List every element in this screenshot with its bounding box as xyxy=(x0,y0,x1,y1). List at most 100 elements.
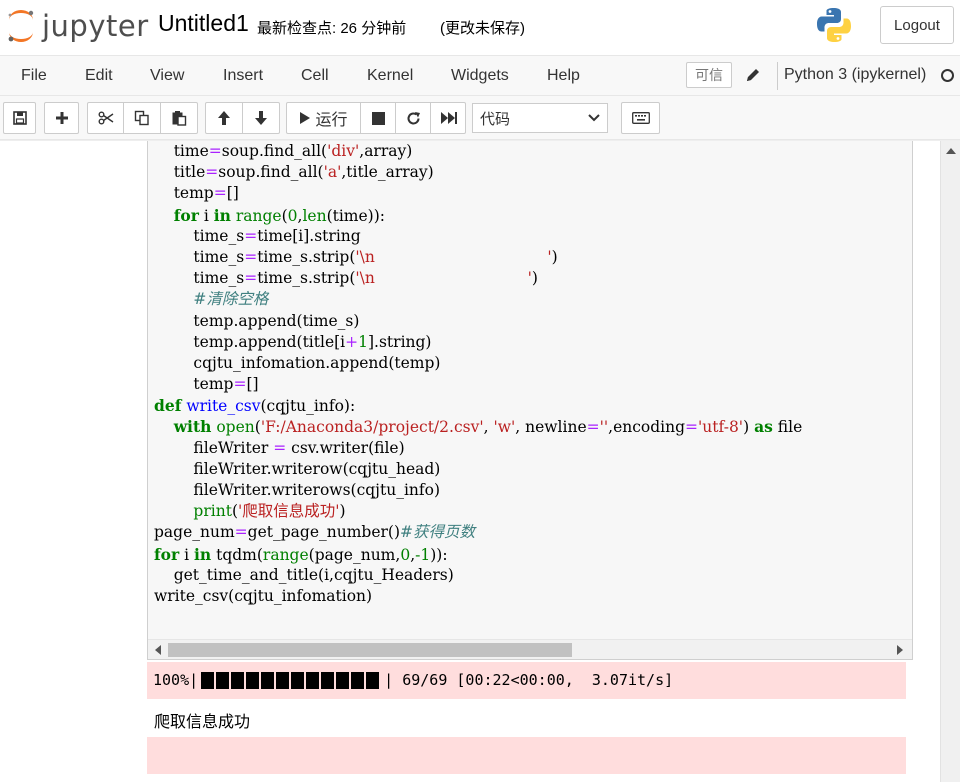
code-token: fileWriter.writerow(cqjtu_head) xyxy=(154,459,441,478)
code-token: + xyxy=(345,332,359,351)
progress-bar-fill xyxy=(201,671,382,689)
code-line: cqjtu_infomation.append(temp) xyxy=(154,353,802,374)
code-line: for i in tqdm(range(page_num,0,-1)): xyxy=(154,544,802,565)
menu-insert[interactable]: Insert xyxy=(223,67,263,85)
kernel-idle-indicator-icon xyxy=(941,69,954,82)
code-token: page_num xyxy=(154,523,235,542)
code-token: file xyxy=(772,418,803,437)
arrow-down-icon xyxy=(255,111,267,125)
checkpoint-status: 最新检查点: 26 分钟前 xyxy=(257,20,407,37)
code-token: ) xyxy=(339,502,346,521)
scissors-icon xyxy=(98,111,113,125)
code-token: (cqjtu_info): xyxy=(260,397,356,416)
save-button[interactable] xyxy=(3,102,36,134)
scroll-up-icon[interactable] xyxy=(946,147,956,155)
code-token: i xyxy=(179,545,194,564)
run-label: 运行 xyxy=(315,112,348,129)
notebook-area: time=soup.find_all('div',array) title=so… xyxy=(0,141,960,782)
restart-run-all-button[interactable] xyxy=(430,102,466,134)
code-token: write_csv xyxy=(186,397,261,416)
toolbar: 运行 代码 xyxy=(0,96,960,140)
code-token: , newline xyxy=(515,418,587,437)
interrupt-button[interactable] xyxy=(360,102,396,134)
code-token: soup.find_all( xyxy=(218,163,324,182)
menu-help[interactable]: Help xyxy=(547,67,580,85)
jupyter-notebook-window: jupyter Untitled1 最新检查点: 26 分钟前 (更改未保存) … xyxy=(0,0,960,782)
menu-cell[interactable]: Cell xyxy=(301,67,329,85)
cell-type-select[interactable]: 代码 xyxy=(472,103,608,133)
code-token: = xyxy=(233,375,247,394)
code-token: [] xyxy=(246,375,259,394)
command-palette-button[interactable] xyxy=(621,102,660,134)
code-token: = xyxy=(205,163,219,182)
code-token: = xyxy=(685,418,699,437)
progress-bar-left-edge: | xyxy=(189,671,199,689)
code-token: open xyxy=(216,418,255,437)
pencil-icon[interactable] xyxy=(744,66,762,84)
paste-button[interactable] xyxy=(160,102,198,134)
code-cell-input[interactable]: time=soup.find_all('div',array) title=so… xyxy=(147,141,913,660)
code-token: ) xyxy=(531,269,538,288)
code-token: temp xyxy=(154,375,234,394)
jupyter-logo[interactable]: jupyter xyxy=(6,6,149,46)
plus-icon xyxy=(55,112,68,124)
code-token: ,title_array) xyxy=(341,163,434,182)
code-token: 'utf-8' xyxy=(698,418,744,437)
code-token: ,array) xyxy=(359,142,413,160)
menu-edit[interactable]: Edit xyxy=(85,67,113,85)
kernel-name[interactable]: Python 3 (ipykernel) xyxy=(784,66,926,84)
code-token: for xyxy=(154,544,180,564)
code-token: '\n ' xyxy=(355,247,552,266)
code-line: write_csv(cqjtu_infomation) xyxy=(154,586,802,607)
menu-widgets[interactable]: Widgets xyxy=(451,67,509,85)
copy-button[interactable] xyxy=(123,102,161,134)
code-token: 0 xyxy=(400,545,411,564)
code-token: cqjtu_infomation.append(temp) xyxy=(154,353,441,372)
code-token: tqdm( xyxy=(211,545,263,564)
progress-output: 100% | | 69/69 [00:22<00:00, 3.07it/s] xyxy=(153,671,673,689)
logout-button[interactable]: Logout xyxy=(880,6,954,44)
autosave-status: (更改未保存) xyxy=(440,20,525,37)
code-token: 'a' xyxy=(323,163,342,182)
code-token: #获得页数 xyxy=(400,523,476,542)
menu-view[interactable]: View xyxy=(150,67,184,85)
menu-file[interactable]: File xyxy=(21,67,47,85)
scroll-right-icon[interactable] xyxy=(896,645,904,655)
cut-button[interactable] xyxy=(87,102,124,134)
code-line: #清除空格 xyxy=(154,289,802,310)
restart-kernel-button[interactable] xyxy=(395,102,431,134)
code-token: get_page_number() xyxy=(247,523,401,542)
code-token: range xyxy=(262,545,309,564)
code-token: 'w' xyxy=(493,418,516,437)
code-line: def write_csv(cqjtu_info): xyxy=(154,395,802,416)
horizontal-scrollbar-thumb[interactable] xyxy=(168,643,572,657)
move-down-button[interactable] xyxy=(242,102,280,134)
code-line: time_s=time[i].string xyxy=(154,226,802,247)
code-token: i xyxy=(198,206,214,225)
menu-kernel[interactable]: Kernel xyxy=(367,67,413,85)
code-token: = xyxy=(208,142,222,160)
trusted-indicator[interactable]: 可信 xyxy=(686,62,732,88)
scroll-left-icon[interactable] xyxy=(154,645,162,655)
chevron-down-icon xyxy=(588,114,600,122)
code-token: in xyxy=(213,205,231,225)
code-token: range xyxy=(235,206,282,225)
arrow-up-icon xyxy=(218,111,230,125)
stderr-output-empty xyxy=(147,737,906,774)
run-button[interactable]: 运行 xyxy=(286,102,361,134)
notebook-page: time=soup.find_all('div',array) title=so… xyxy=(0,141,940,782)
code-token: -1 xyxy=(415,545,431,564)
horizontal-scrollbar[interactable] xyxy=(148,639,912,659)
notebook-name[interactable]: Untitled1 xyxy=(158,10,249,37)
code-token: = xyxy=(244,269,258,288)
code-line: print('爬取信息成功') xyxy=(154,501,802,522)
insert-cell-button[interactable] xyxy=(44,102,79,134)
code-token: '爬取信息成功' xyxy=(238,502,340,521)
vertical-scrollbar[interactable] xyxy=(940,141,960,782)
code-token: (time)): xyxy=(326,206,385,225)
fast-forward-icon xyxy=(440,112,457,124)
code-token: in xyxy=(194,544,212,564)
move-up-button[interactable] xyxy=(205,102,243,134)
